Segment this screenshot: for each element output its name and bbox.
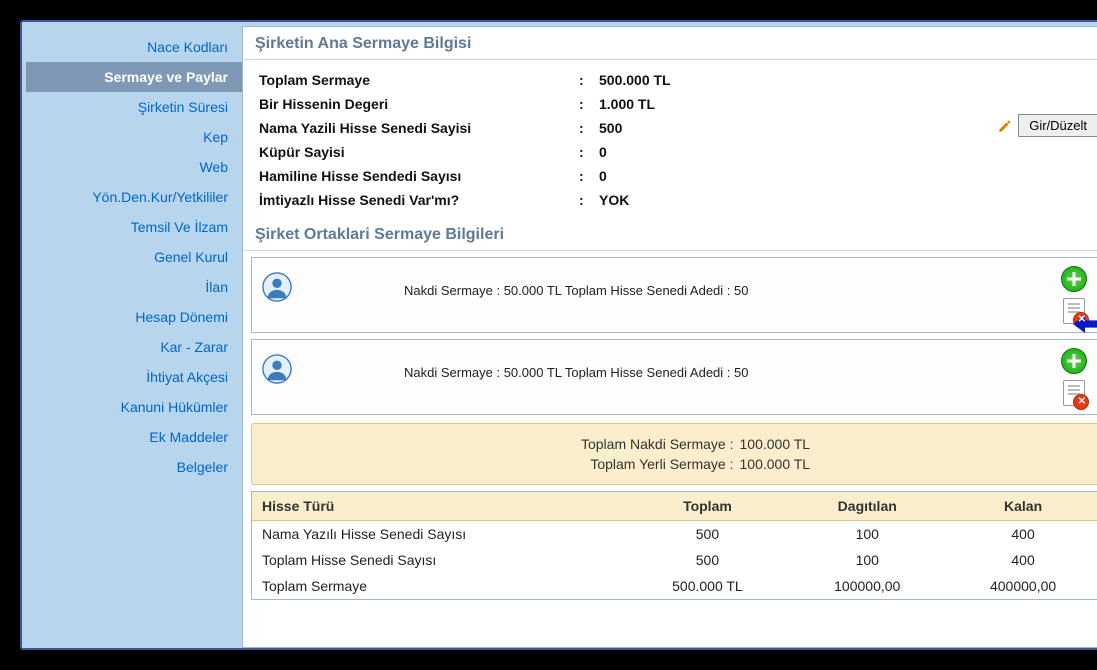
pencil-icon	[998, 119, 1012, 133]
summary-value: 100.000 TL	[740, 436, 880, 452]
kv-label: Nama Yazili Hisse Senedi Sayisi	[259, 120, 579, 136]
add-icon[interactable]	[1061, 348, 1087, 374]
summary-value: 100.000 TL	[740, 456, 880, 472]
sidebar-item-kanuni-hukumler[interactable]: Kanuni Hükümler	[26, 392, 242, 422]
table-header: Dagıtılan	[789, 492, 945, 521]
sidebar-item-hesap-donemi[interactable]: Hesap Dönemi	[26, 302, 242, 332]
sidebar-item-yon-den-kur[interactable]: Yön.Den.Kur/Yetkililer	[26, 182, 242, 212]
sidebar-item-sirketin-suresi[interactable]: Şirketin Süresi	[26, 92, 242, 122]
table-row: Toplam Sermaye500.000 TL100000,00400000,…	[252, 573, 1097, 599]
gir-duzelt-button[interactable]: Gir/Düzelt	[1018, 114, 1097, 137]
table-row: Toplam Hisse Senedi Sayısı500100400	[252, 547, 1097, 573]
summary-box: Toplam Nakdi Sermaye : 100.000 TL Toplam …	[251, 423, 1097, 485]
person-icon	[262, 272, 292, 305]
sidebar-item-temsil-ilzam[interactable]: Temsil Ve İlzam	[26, 212, 242, 242]
section-title-ortaklar: Şirket Ortaklari Sermaye Bilgileri	[243, 218, 1097, 251]
sidebar-item-web[interactable]: Web	[26, 152, 242, 182]
kv-label: Toplam Sermaye	[259, 72, 579, 88]
partner-line: Nakdi Sermaye : 50.000 TL Toplam Hisse S…	[304, 266, 1045, 298]
delete-document-icon[interactable]: ✕	[1063, 298, 1085, 324]
kv-value: YOK	[599, 192, 629, 208]
sidebar-item-sermaye-paylar[interactable]: Sermaye ve Paylar	[26, 62, 242, 92]
ana-sermaye-block: Toplam Sermaye:500.000 TL Bir Hissenin D…	[243, 60, 1097, 218]
sidebar-item-kar-zarar[interactable]: Kar - Zarar	[26, 332, 242, 362]
kv-label: Bir Hissenin Degeri	[259, 96, 579, 112]
sidebar-item-genel-kurul[interactable]: Genel Kurul	[26, 242, 242, 272]
kv-value: 0	[599, 168, 607, 184]
table-header: Hisse Türü	[252, 492, 626, 521]
content: Şirketin Ana Sermaye Bilgisi Toplam Serm…	[242, 26, 1097, 648]
kv-value: 500.000 TL	[599, 72, 671, 88]
partner-card: Nakdi Sermaye : 50.000 TL Toplam Hisse S…	[251, 257, 1097, 333]
kv-label: Küpür Sayisi	[259, 144, 579, 160]
kv-value: 500	[599, 120, 622, 136]
kv-value: 1.000 TL	[599, 96, 655, 112]
kv-label: Hamiline Hisse Sendedi Sayısı	[259, 168, 579, 184]
sidebar-item-kep[interactable]: Kep	[26, 122, 242, 152]
partner-line: Nakdi Sermaye : 50.000 TL Toplam Hisse S…	[304, 348, 1045, 380]
kv-value: 0	[599, 144, 607, 160]
person-icon	[262, 354, 292, 387]
hisse-table: Hisse Türü Toplam Dagıtılan Kalan Nama Y…	[251, 491, 1097, 600]
sidebar-item-nace-kodlari[interactable]: Nace Kodları	[26, 32, 242, 62]
partner-card: Nakdi Sermaye : 50.000 TL Toplam Hisse S…	[251, 339, 1097, 415]
sidebar-item-ihtiyat-akcesi[interactable]: İhtiyat Akçesi	[26, 362, 242, 392]
kv-label: İmtiyazlı Hisse Senedi Var'mı?	[259, 192, 579, 208]
edit-button-group: Gir/Düzelt	[998, 114, 1097, 137]
summary-label: Toplam Nakdi Sermaye :	[474, 436, 734, 452]
sidebar: Nace Kodları Sermaye ve Paylar Şirketin …	[26, 26, 242, 648]
delete-document-icon[interactable]: ✕	[1063, 380, 1085, 406]
add-icon[interactable]	[1061, 266, 1087, 292]
sidebar-item-belgeler[interactable]: Belgeler	[26, 452, 242, 482]
table-row: Nama Yazılı Hisse Senedi Sayısı500100400	[252, 521, 1097, 548]
table-header: Kalan	[945, 492, 1097, 521]
table-header: Toplam	[626, 492, 790, 521]
section-title-ana-sermaye: Şirketin Ana Sermaye Bilgisi	[243, 27, 1097, 60]
summary-label: Toplam Yerli Sermaye :	[474, 456, 734, 472]
sidebar-item-ilan[interactable]: İlan	[26, 272, 242, 302]
sidebar-item-ek-maddeler[interactable]: Ek Maddeler	[26, 422, 242, 452]
